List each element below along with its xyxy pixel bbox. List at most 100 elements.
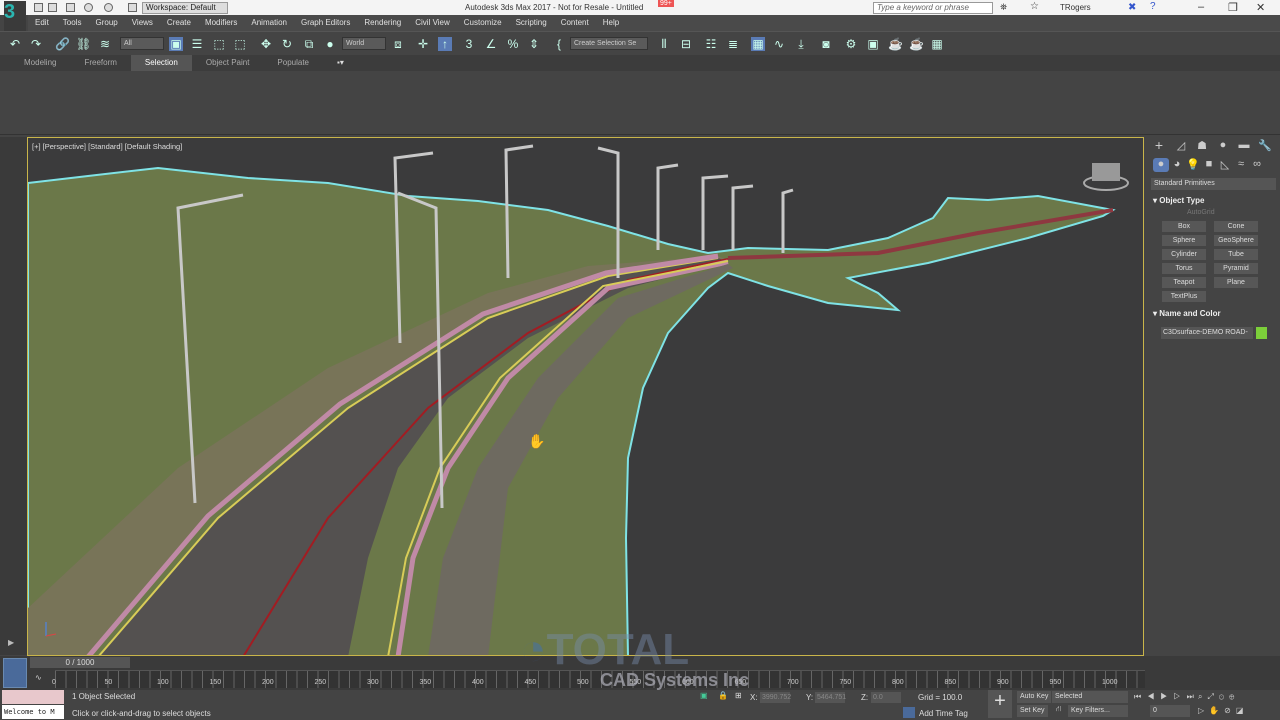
create-tab-icon[interactable]: + <box>1151 137 1167 153</box>
shapes-icon[interactable]: ◕ <box>1169 158 1185 172</box>
menu-customize[interactable]: Customize <box>457 15 509 31</box>
snaps-toggle-icon[interactable]: 3 <box>462 37 476 51</box>
tab-selection[interactable]: Selection <box>130 55 192 71</box>
category-dropdown[interactable]: Standard Primitives <box>1151 178 1276 190</box>
window-crossing-icon[interactable]: ⬚ <box>233 37 247 51</box>
named-selection-dropdown[interactable]: Create Selection Se <box>570 37 648 50</box>
mini-curve-editor-toggle[interactable] <box>3 658 27 688</box>
teapot-button[interactable]: Teapot <box>1162 277 1206 288</box>
plane-button[interactable]: Plane <box>1214 277 1258 288</box>
exchange-apps-icon[interactable]: ✖ <box>1128 2 1136 13</box>
current-frame-input[interactable]: 0 <box>1150 705 1190 717</box>
cameras-icon[interactable]: ■ <box>1201 158 1217 172</box>
material-editor-icon[interactable]: ◙ <box>819 37 833 51</box>
sphere-button[interactable]: Sphere <box>1162 235 1206 246</box>
render-in-cloud-icon[interactable]: ☕ <box>909 37 924 51</box>
tab-modeling[interactable]: Modeling <box>10 55 70 71</box>
z-coordinate-input[interactable]: 0.0 <box>871 692 901 703</box>
geometry-icon[interactable]: ● <box>1153 158 1169 172</box>
tab-freeform[interactable]: Freeform <box>70 55 130 71</box>
binoculars-icon[interactable]: ⛯ <box>1000 2 1007 13</box>
rendered-frame-window-icon[interactable]: ▣ <box>866 37 880 51</box>
auto-key-button[interactable]: Auto Key <box>1017 691 1052 703</box>
perspective-viewport[interactable]: ✋ [+] [Perspective] [Standard] [Default … <box>27 137 1144 656</box>
cylinder-button[interactable]: Cylinder <box>1162 249 1206 260</box>
tab-populate[interactable]: Populate <box>263 55 323 71</box>
cone-button[interactable]: Cone <box>1214 221 1258 232</box>
autogrid-checkbox[interactable]: AutoGrid <box>1187 209 1215 216</box>
motion-tab-icon[interactable]: ● <box>1215 139 1231 153</box>
key-tangent-icon[interactable]: ⛙ <box>1056 704 1062 714</box>
move-icon[interactable]: ✥ <box>259 37 273 51</box>
isolate-selection-icon[interactable]: ▣ <box>700 691 708 700</box>
tab-object-paint[interactable]: Object Paint <box>192 55 264 71</box>
menu-create[interactable]: Create <box>160 15 198 31</box>
open-file-icon[interactable] <box>48 3 57 12</box>
user-account[interactable]: TRogers <box>1060 3 1091 12</box>
select-manipulate-icon[interactable]: ✛ <box>416 37 430 51</box>
maxscript-welcome[interactable]: Welcome to M <box>2 705 64 719</box>
systems-icon[interactable]: ∞ <box>1249 158 1265 172</box>
menu-animation[interactable]: Animation <box>244 15 294 31</box>
modify-tab-icon[interactable]: ◿ <box>1173 139 1189 153</box>
percent-snap-icon[interactable]: % <box>506 37 520 51</box>
display-tab-icon[interactable]: ▬ <box>1236 139 1252 153</box>
favorites-star-icon[interactable]: ☆ <box>1030 1 1039 12</box>
render-production-icon[interactable]: ☕ <box>888 37 903 51</box>
helpers-icon[interactable]: ◺ <box>1217 158 1233 172</box>
object-name-input[interactable]: C3Dsurface-DEMO ROAD- <box>1161 327 1253 339</box>
workspace-dropdown[interactable]: Workspace: Default <box>142 2 228 14</box>
playback-controls[interactable]: ⏮◀▶▷⏭ <box>1134 692 1200 702</box>
pyramid-button[interactable]: Pyramid <box>1214 263 1258 274</box>
name-and-color-rollout[interactable]: ▾ Name and Color <box>1153 309 1221 318</box>
place-icon[interactable]: ● <box>323 37 337 51</box>
schematic-view-icon[interactable]: ⤓ <box>794 37 808 51</box>
space-warps-icon[interactable]: ≈ <box>1233 158 1249 172</box>
menu-content[interactable]: Content <box>554 15 596 31</box>
spinner-snap-icon[interactable]: ⇕ <box>527 37 541 51</box>
track-bar[interactable]: 0 50 100 150 200 250 300 350 400 450 500 550 600 650 7… <box>52 670 1145 688</box>
absolute-mode-icon[interactable]: ⊞ <box>735 691 742 700</box>
mirror-icon[interactable]: ⫴ <box>657 37 671 51</box>
menu-civil-view[interactable]: Civil View <box>408 15 457 31</box>
curve-editor-icon[interactable]: ∿ <box>772 37 786 51</box>
minimize-button[interactable]: – <box>1198 1 1204 13</box>
x-coordinate-input[interactable]: 3990.752 <box>760 692 791 703</box>
torus-button[interactable]: Torus <box>1162 263 1206 274</box>
a360-gallery-icon[interactable]: ▦ <box>930 37 944 51</box>
redo-icon[interactable]: ↷ <box>29 37 43 51</box>
utilities-tab-icon[interactable]: 🔧 <box>1257 139 1273 153</box>
selection-filter-dropdown[interactable]: All <box>120 37 164 50</box>
geosphere-button[interactable]: GeoSphere <box>1214 235 1258 246</box>
pivot-center-icon[interactable]: ⧈ <box>391 37 405 51</box>
rotate-icon[interactable]: ↻ <box>280 37 294 51</box>
undo-icon[interactable]: ↶ <box>8 37 22 51</box>
add-time-tag[interactable]: Add Time Tag <box>919 709 968 718</box>
align-icon[interactable]: ⊟ <box>679 37 693 51</box>
help-icon[interactable]: ? <box>1150 1 1156 12</box>
unlink-icon[interactable]: ⛓ <box>76 37 91 51</box>
link-icon[interactable]: 🔗 <box>55 37 70 51</box>
menu-scripting[interactable]: Scripting <box>509 15 554 31</box>
select-object-icon[interactable]: ▣ <box>169 37 183 51</box>
lights-icon[interactable]: 💡 <box>1185 158 1201 172</box>
angle-snap-icon[interactable]: ∠ <box>484 37 498 51</box>
app-logo[interactable]: 3 <box>4 1 26 31</box>
menu-tools[interactable]: Tools <box>56 15 89 31</box>
bind-space-warp-icon[interactable]: ≋ <box>98 37 112 51</box>
menu-edit[interactable]: Edit <box>28 15 56 31</box>
save-icon[interactable] <box>66 3 75 12</box>
ribbon-options-icon[interactable]: ▪▾ <box>323 55 358 71</box>
reference-coordinate-dropdown[interactable]: World <box>342 37 386 50</box>
restore-button[interactable]: ❐ <box>1228 1 1238 14</box>
menu-help[interactable]: Help <box>596 15 626 31</box>
menu-modifiers[interactable]: Modifiers <box>198 15 244 31</box>
box-button[interactable]: Box <box>1162 221 1206 232</box>
menu-group[interactable]: Group <box>88 15 124 31</box>
textplus-button[interactable]: TextPlus <box>1162 291 1206 302</box>
new-file-icon[interactable] <box>34 3 43 12</box>
viewport-navigation-icons[interactable]: ⌕⤢⊙⊕ <box>1198 692 1239 702</box>
menu-views[interactable]: Views <box>125 15 160 31</box>
maxscript-listener[interactable] <box>2 690 64 704</box>
layer-explorer-icon[interactable]: ≣ <box>726 37 740 51</box>
